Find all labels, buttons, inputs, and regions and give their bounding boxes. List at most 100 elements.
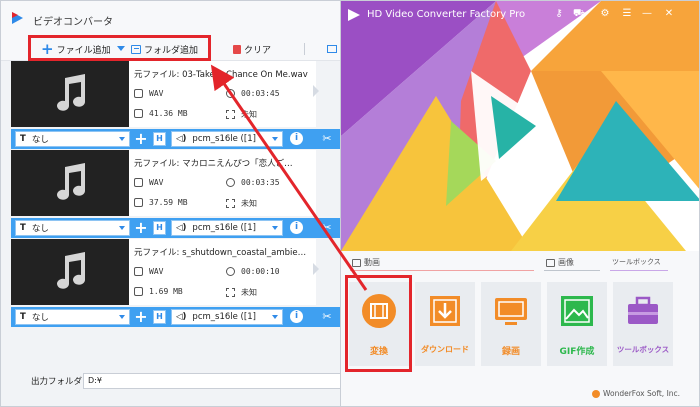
toolbox-label: ツールボックス	[616, 345, 670, 354]
resolution-icon	[226, 110, 235, 119]
audio-thumbnail	[11, 61, 129, 127]
chevron-down-icon	[119, 226, 125, 230]
h-icon[interactable]: H	[153, 310, 166, 324]
gif-maker-tile[interactable]: GIF作成	[547, 282, 607, 366]
key-icon[interactable]: ⚷	[553, 8, 565, 20]
cart-icon[interactable]: ⛟	[573, 8, 586, 20]
record-label: 録画	[501, 347, 520, 357]
output-folder-bar: 出力フォルダ: D:¥	[1, 368, 349, 394]
resolution-info: 未知	[226, 109, 257, 120]
size-info: 41.36 MB	[134, 109, 188, 118]
audio-track-select[interactable]: ◁) pcm_s16le ([1]	[171, 131, 283, 147]
music-note-icon	[57, 74, 85, 111]
download-icon	[430, 296, 460, 326]
source-filename: 元ファイル: 03-Take A Chance On Me.wav	[134, 70, 308, 80]
clock-icon	[226, 178, 235, 187]
duration-info: 00:03:45	[226, 89, 280, 98]
download-label: ダウンロード	[421, 345, 469, 354]
toolbox-tile[interactable]: ツールボックス	[613, 282, 673, 366]
merge-icon[interactable]	[327, 45, 337, 53]
gear-icon[interactable]: ⚙	[599, 8, 611, 20]
music-note-icon	[57, 163, 85, 200]
add-subtitle-button[interactable]: +	[133, 130, 149, 148]
folder-icon	[134, 287, 143, 296]
section-image-divider	[544, 270, 600, 271]
download-tile[interactable]: ダウンロード	[415, 282, 475, 366]
format-icon	[134, 178, 143, 187]
section-toolbox-header: ツールボックス	[612, 258, 661, 266]
video-section-icon	[352, 258, 361, 267]
chevron-right-icon	[313, 85, 319, 97]
section-video-header: 動画	[352, 257, 380, 268]
screen-record-icon	[495, 298, 527, 325]
file-row-2[interactable]: 元ファイル: マカロニえんぴつ「恋人ご… WAV 00:03:35 37.59 …	[11, 150, 316, 216]
folder-icon	[134, 109, 143, 118]
menu-icon[interactable]: ☰	[621, 8, 633, 20]
file-control-bar-2: T なし + H ◁) pcm_s16le ([1] i ✂	[11, 218, 341, 238]
resolution-info: 未知	[226, 198, 257, 209]
section-image-header: 画像	[546, 257, 574, 268]
music-note-icon	[57, 252, 85, 289]
h-icon[interactable]: H	[153, 132, 166, 146]
audio-track-select[interactable]: ◁) pcm_s16le ([1]	[171, 220, 283, 236]
chevron-down-icon	[119, 315, 125, 319]
subtitle-select[interactable]: T なし	[15, 309, 130, 325]
audio-thumbnail	[11, 150, 129, 216]
clear-button[interactable]: クリア	[233, 41, 271, 57]
gif-maker-label: GIF作成	[559, 347, 595, 357]
speaker-icon: ◁)	[176, 223, 187, 233]
audio-track-select[interactable]: ◁) pcm_s16le ([1]	[171, 309, 283, 325]
image-icon	[561, 296, 593, 326]
record-tile[interactable]: 録画	[481, 282, 541, 366]
source-filename: 元ファイル: マカロニえんぴつ「恋人ご…	[134, 159, 293, 169]
scissors-icon[interactable]: ✂	[320, 310, 334, 324]
add-subtitle-button[interactable]: +	[133, 219, 149, 237]
size-info: 37.59 MB	[134, 198, 188, 207]
duration-info: 00:00:10	[226, 267, 280, 276]
scissors-icon[interactable]: ✂	[320, 132, 334, 146]
toolbar-divider	[304, 43, 305, 55]
text-icon: T	[20, 312, 26, 322]
file-row-3[interactable]: 元ファイル: s_shutdown_coastal_ambie… WAV 00:…	[11, 239, 319, 305]
title-bar: HD Video Converter Factory Pro ⚷ ⛟ ⚙ ☰ —…	[341, 1, 699, 29]
app-logo-icon	[12, 12, 23, 24]
audio-thumbnail	[11, 239, 129, 305]
footer-brand: WonderFox Soft, Inc.	[592, 389, 680, 398]
clock-icon	[226, 89, 235, 98]
speaker-icon: ◁)	[176, 134, 187, 144]
output-folder-label: 出力フォルダ:	[31, 377, 85, 387]
subtitle-select[interactable]: T なし	[15, 131, 130, 147]
text-icon: T	[20, 223, 26, 233]
h-icon[interactable]: H	[153, 221, 166, 235]
section-toolbox-divider	[610, 270, 668, 271]
clear-label: クリア	[244, 45, 272, 56]
minimize-icon[interactable]: —	[641, 8, 653, 20]
wonderfox-logo-icon	[592, 389, 600, 398]
scissors-icon[interactable]: ✂	[320, 221, 334, 235]
speaker-icon: ◁)	[176, 312, 187, 322]
chevron-down-icon	[272, 226, 278, 230]
info-icon[interactable]: i	[290, 132, 303, 145]
hero-banner	[341, 1, 699, 251]
chevron-down-icon	[119, 137, 125, 141]
info-icon[interactable]: i	[290, 221, 303, 234]
chevron-right-icon	[313, 263, 319, 275]
folder-icon	[134, 198, 143, 207]
convert-highlight-box	[345, 275, 412, 372]
trash-icon	[233, 44, 241, 54]
size-info: 1.69 MB	[134, 287, 183, 296]
add-subtitle-button[interactable]: +	[133, 308, 149, 326]
chevron-down-icon	[272, 315, 278, 319]
output-folder-field[interactable]: D:¥	[83, 373, 341, 389]
info-icon[interactable]: i	[290, 310, 303, 323]
format-icon	[134, 267, 143, 276]
subtitle-select[interactable]: T なし	[15, 220, 130, 236]
resolution-icon	[226, 288, 235, 297]
app-logo-icon	[348, 9, 360, 21]
file-row-1[interactable]: 元ファイル: 03-Take A Chance On Me.wav WAV 00…	[11, 61, 319, 127]
title-bar: ビデオコンバータ	[1, 1, 349, 37]
file-control-bar-3: T なし + H ◁) pcm_s16le ([1] i ✂	[11, 307, 341, 327]
file-control-bar-1: T なし + H ◁) pcm_s16le ([1] i ✂	[11, 129, 341, 149]
section-video-divider	[350, 270, 534, 271]
close-icon[interactable]: ✕	[663, 8, 675, 20]
